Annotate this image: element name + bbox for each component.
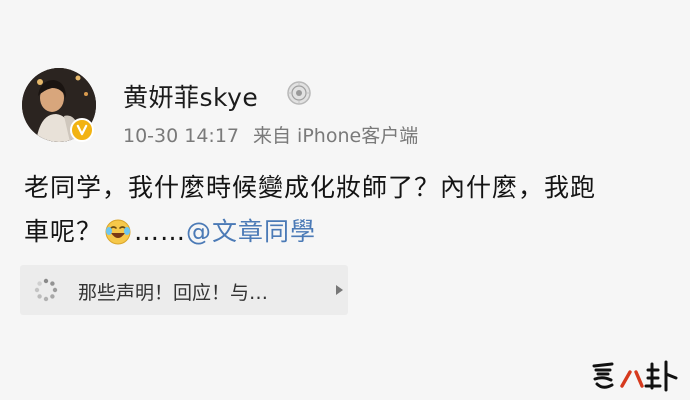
- spinner-icon: [34, 278, 58, 302]
- content-text-before-emoji: 車呢？: [24, 217, 103, 246]
- linked-article-title: 那些声明！回应！与…: [78, 282, 269, 304]
- mention-link[interactable]: @文章同學: [186, 217, 316, 246]
- ai-ba-gua-logo-icon: [590, 358, 684, 394]
- laughing-crying-emoji-icon: [105, 219, 131, 245]
- verified-badge-icon: [70, 118, 94, 142]
- linked-article-card[interactable]: 那些声明！回应！与…: [20, 265, 348, 315]
- weibo-post: 黄妍菲skye 10-30 14:17 来自 iPhone客户端 老同学，我什麼時…: [0, 0, 690, 400]
- post-meta: 10-30 14:17 来自 iPhone客户端: [123, 121, 418, 148]
- content-line-1: 老同学，我什麼時候變成化妝師了？內什麼，我跑: [24, 173, 597, 202]
- medal-icon[interactable]: [286, 80, 312, 106]
- chevron-right-icon: [336, 285, 343, 295]
- post-timestamp: 10-30 14:17: [123, 125, 240, 147]
- content-text-after-emoji: ……: [134, 217, 187, 246]
- author-name[interactable]: 黄妍菲skye: [123, 78, 258, 114]
- post-source[interactable]: 来自 iPhone客户端: [253, 125, 418, 147]
- content-line-2: 車呢？ ……@文章同學: [24, 210, 674, 254]
- post-content: 老同学，我什麼時候變成化妝師了？內什麼，我跑 車呢？ ……@文章同學: [24, 166, 674, 254]
